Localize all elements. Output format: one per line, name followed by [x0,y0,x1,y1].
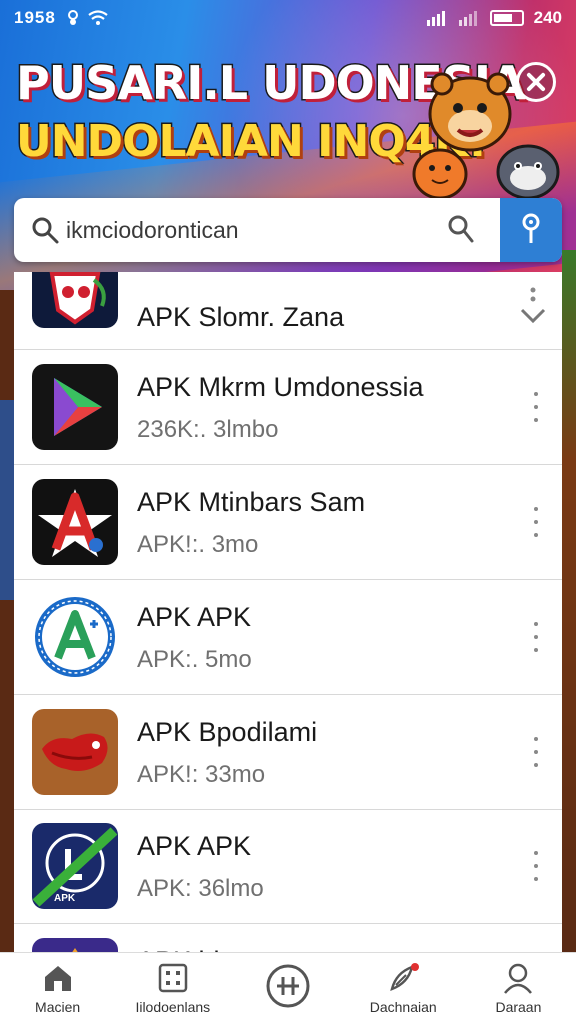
list-item[interactable]: APK Slomr. Zana [14,272,562,350]
app-meta: APK!: 33mo [137,761,266,788]
signal-2-icon [458,11,477,26]
app-meta: 236K:. 3lmbo [137,416,279,443]
app-icon-2 [32,479,118,565]
search-input[interactable] [66,216,444,244]
notification-icon [67,10,78,25]
status-battery-text: 240 [533,8,562,27]
bottom-navigation: Macien Iilodoenlans Dachnaian Daraan [0,952,576,1024]
search-bar [14,198,562,262]
status-time: 1958 [14,8,56,27]
nav-label: Dachnaian [369,999,437,1015]
battery-icon [489,10,524,26]
add-circle-icon [266,964,310,1008]
background-decoration [0,400,14,600]
nav-label: Daraan [495,999,542,1015]
background-decoration [562,250,576,950]
list-item[interactable]: APK Mkrm Umdonessia 236K:. 3lmbo [14,350,562,465]
profile-icon [504,963,533,994]
nav-item-categories[interactable]: Iilodoenlans [115,953,230,1024]
nav-item-profile[interactable]: Daraan [461,953,576,1024]
search-icon [32,217,59,244]
signal-icon [426,11,445,26]
wifi-icon [88,10,108,25]
more-options-icon[interactable] [528,622,544,652]
grid-icon [158,963,188,993]
nav-item-home[interactable]: Macien [0,953,115,1024]
nav-item-downloads[interactable]: Dachnaian [346,953,461,1024]
nav-label: Iilodoenlans [135,999,211,1015]
app-icon-5: APK [32,823,118,909]
rocket-icon [390,963,420,992]
more-options-icon[interactable] [528,851,544,881]
key-icon [522,213,540,243]
app-icon-4 [32,709,118,795]
search-submit-button[interactable] [500,198,562,262]
more-options-icon[interactable] [528,737,544,767]
app-icon-0 [32,272,118,328]
app-title: APK Mtinbars Sam [137,487,366,517]
nav-label: Macien [35,999,81,1015]
list-item[interactable]: APK Bpodilami APK!: 33mo [14,695,562,810]
search-alt-icon[interactable] [444,213,478,247]
list-item[interactable]: APK Mtinbars Sam APK!:. 3mo [14,465,562,580]
app-title: APK Slomr. Zana [137,302,345,332]
list-item[interactable]: APK APK APK:. 5mo [14,580,562,695]
app-list: APK Slomr. Zana APK Mkrm Umdonessia 236K… [14,272,562,962]
status-bar: 1958 240 [0,0,576,36]
app-title: APK APK [137,602,252,632]
chevron-down-icon[interactable] [518,286,548,330]
list-item[interactable]: APK APK APK APK: 36lmo [14,809,562,924]
app-icon-3 [32,594,118,680]
app-meta: APK:. 5mo [137,646,252,673]
close-banner-button[interactable] [516,62,556,102]
app-icon-1 [32,364,118,450]
nav-item-add[interactable] [230,953,345,1024]
app-meta: APK!:. 3mo [137,531,259,558]
more-options-icon[interactable] [528,507,544,537]
more-options-icon[interactable] [528,392,544,422]
app-title: APK Mkrm Umdonessia [137,372,424,402]
home-icon [44,966,71,991]
app-title: APK Bpodilami [137,717,318,747]
app-meta: APK: 36lmo [137,875,264,902]
app-title: APK APK [137,831,252,861]
svg-text:APK: APK [54,893,76,904]
